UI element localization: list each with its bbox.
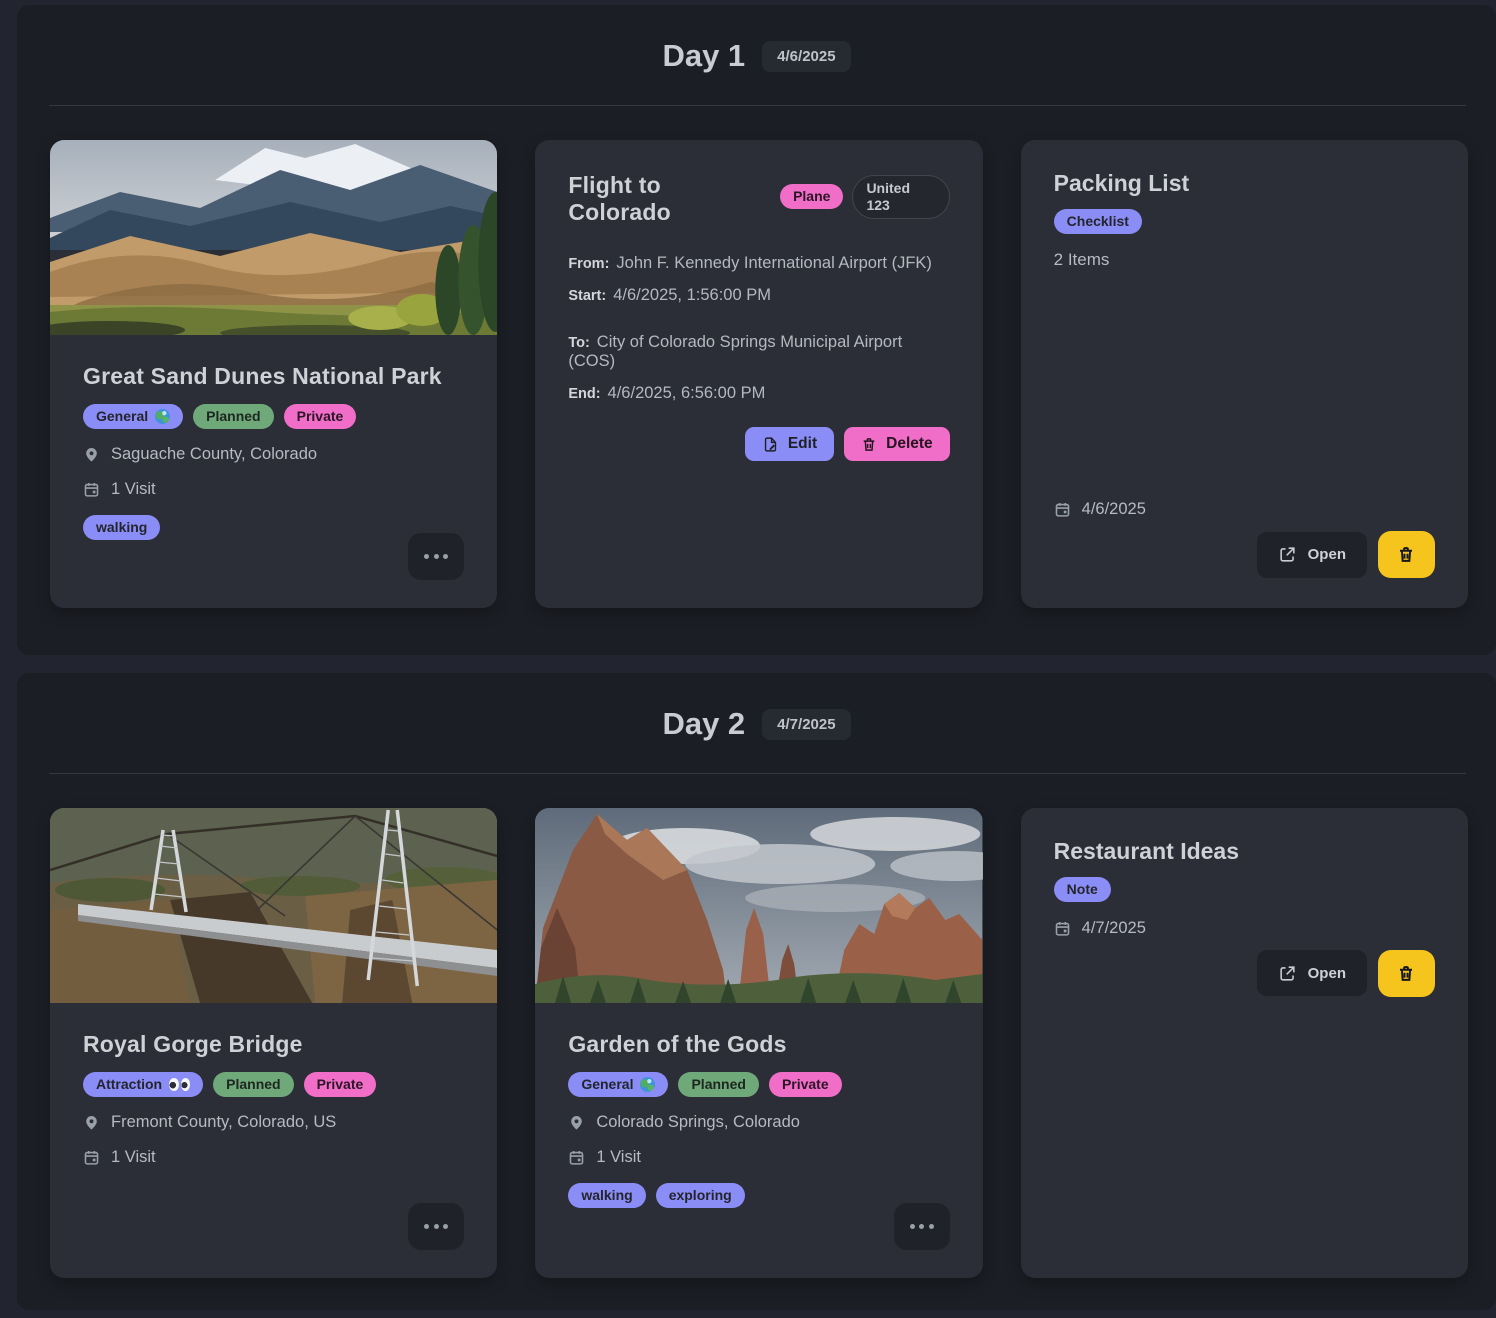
garden-of-the-gods-photo <box>535 808 982 1003</box>
place-card-garden-of-the-gods: Garden of the Gods General Planned Priva… <box>535 808 982 1278</box>
start-value: 4/6/2025, 1:56:00 PM <box>613 286 771 304</box>
trash-icon <box>1397 545 1415 564</box>
open-button[interactable]: Open <box>1257 532 1367 578</box>
more-options-button[interactable] <box>408 533 464 580</box>
end-value: 4/6/2025, 6:56:00 PM <box>608 384 766 402</box>
calendar-icon <box>83 1149 100 1166</box>
date-text: 4/6/2025 <box>1082 500 1146 519</box>
from-label: From: <box>568 256 609 272</box>
visibility-tag: Private <box>769 1072 842 1097</box>
visits-row: 1 Visit <box>83 480 464 499</box>
trash-icon <box>861 436 877 453</box>
card-title: Royal Gorge Bridge <box>83 1031 464 1058</box>
checklist-tag: Checklist <box>1054 209 1142 234</box>
start-label: Start: <box>568 288 606 304</box>
more-options-icon <box>424 1224 429 1229</box>
delete-button[interactable] <box>1378 950 1435 997</box>
category-tag: General <box>83 404 183 429</box>
date-row: 4/7/2025 <box>1054 919 1435 938</box>
card-title: Restaurant Ideas <box>1054 838 1435 865</box>
flight-card: Flight to Colorado Plane United 123 From… <box>535 140 982 608</box>
card-title: Flight to Colorado <box>568 172 768 226</box>
visibility-tag: Private <box>304 1072 377 1097</box>
activity-tag: exploring <box>656 1183 745 1208</box>
external-link-icon <box>1278 545 1297 564</box>
location-text: Saguache County, Colorado <box>111 445 317 464</box>
delete-button[interactable] <box>1378 531 1435 578</box>
note-tag: Note <box>1054 877 1111 902</box>
day-date-badge: 4/6/2025 <box>762 41 850 72</box>
note-card-restaurant-ideas: Restaurant Ideas Note 4/7/2025 Open <box>1021 808 1468 1278</box>
day-1-header: Day 1 4/6/2025 <box>17 5 1496 77</box>
calendar-icon <box>1054 920 1071 937</box>
eyes-icon <box>169 1078 190 1091</box>
open-button[interactable]: Open <box>1257 950 1367 996</box>
place-card-royal-gorge: Royal Gorge Bridge Attraction Planned Pr… <box>50 808 497 1278</box>
more-options-button[interactable] <box>894 1203 950 1250</box>
day-2-header: Day 2 4/7/2025 <box>17 673 1496 745</box>
day-2-section: Day 2 4/7/2025 <box>17 673 1496 1310</box>
end-label: End: <box>568 386 600 402</box>
place-card-great-sand-dunes: Great Sand Dunes National Park General P… <box>50 140 497 608</box>
edit-button[interactable]: Edit <box>745 427 834 461</box>
category-tag: Attraction <box>83 1072 203 1097</box>
trash-icon <box>1397 964 1415 983</box>
calendar-icon <box>1054 501 1071 518</box>
card-title: Garden of the Gods <box>568 1031 949 1058</box>
flight-number-badge: United 123 <box>852 175 949 219</box>
date-text: 4/7/2025 <box>1082 919 1146 938</box>
activity-tag: walking <box>83 515 160 540</box>
globe-icon <box>640 1077 655 1092</box>
location-text: Colorado Springs, Colorado <box>596 1113 800 1132</box>
departure-info: From: John F. Kennedy International Airpo… <box>568 254 949 305</box>
day-title: Day 1 <box>662 38 745 74</box>
calendar-icon <box>568 1149 585 1166</box>
visits-row: 1 Visit <box>83 1148 464 1167</box>
day-title: Day 2 <box>662 706 745 742</box>
from-value: John F. Kennedy International Airport (J… <box>616 254 932 272</box>
to-label: To: <box>568 335 589 351</box>
location-row: Saguache County, Colorado <box>83 445 464 464</box>
great-sand-dunes-photo <box>50 140 497 335</box>
transport-type-tag: Plane <box>780 184 843 209</box>
location-row: Fremont County, Colorado, US <box>83 1113 464 1132</box>
visits-row: 1 Visit <box>568 1148 949 1167</box>
visibility-tag: Private <box>284 404 357 429</box>
to-value: City of Colorado Springs Municipal Airpo… <box>568 333 902 370</box>
card-title: Packing List <box>1054 170 1435 197</box>
card-title: Great Sand Dunes National Park <box>83 363 464 390</box>
royal-gorge-bridge-photo <box>50 808 497 1003</box>
arrival-info: To:City of Colorado Springs Municipal Ai… <box>568 333 949 403</box>
map-pin-icon <box>568 1113 585 1132</box>
category-tag: General <box>568 1072 668 1097</box>
external-link-icon <box>1278 964 1297 983</box>
status-tag: Planned <box>193 404 273 429</box>
checklist-card-packing-list: Packing List Checklist 2 Items 4/6/2025 … <box>1021 140 1468 608</box>
more-options-icon <box>424 554 429 559</box>
visits-text: 1 Visit <box>111 1148 156 1167</box>
map-pin-icon <box>83 445 100 464</box>
globe-icon <box>155 409 170 424</box>
map-pin-icon <box>83 1113 100 1132</box>
status-tag: Planned <box>678 1072 758 1097</box>
date-row: 4/6/2025 <box>1054 500 1435 519</box>
status-tag: Planned <box>213 1072 293 1097</box>
more-options-button[interactable] <box>408 1203 464 1250</box>
location-text: Fremont County, Colorado, US <box>111 1113 336 1132</box>
visits-text: 1 Visit <box>596 1148 641 1167</box>
day-date-badge: 4/7/2025 <box>762 709 850 740</box>
day-1-section: Day 1 4/6/2025 <box>17 5 1496 655</box>
activity-tag: walking <box>568 1183 645 1208</box>
edit-icon <box>762 436 779 453</box>
more-options-icon <box>910 1224 915 1229</box>
visits-text: 1 Visit <box>111 480 156 499</box>
calendar-icon <box>83 481 100 498</box>
location-row: Colorado Springs, Colorado <box>568 1113 949 1132</box>
items-count: 2 Items <box>1054 250 1435 270</box>
delete-button[interactable]: Delete <box>844 427 950 461</box>
